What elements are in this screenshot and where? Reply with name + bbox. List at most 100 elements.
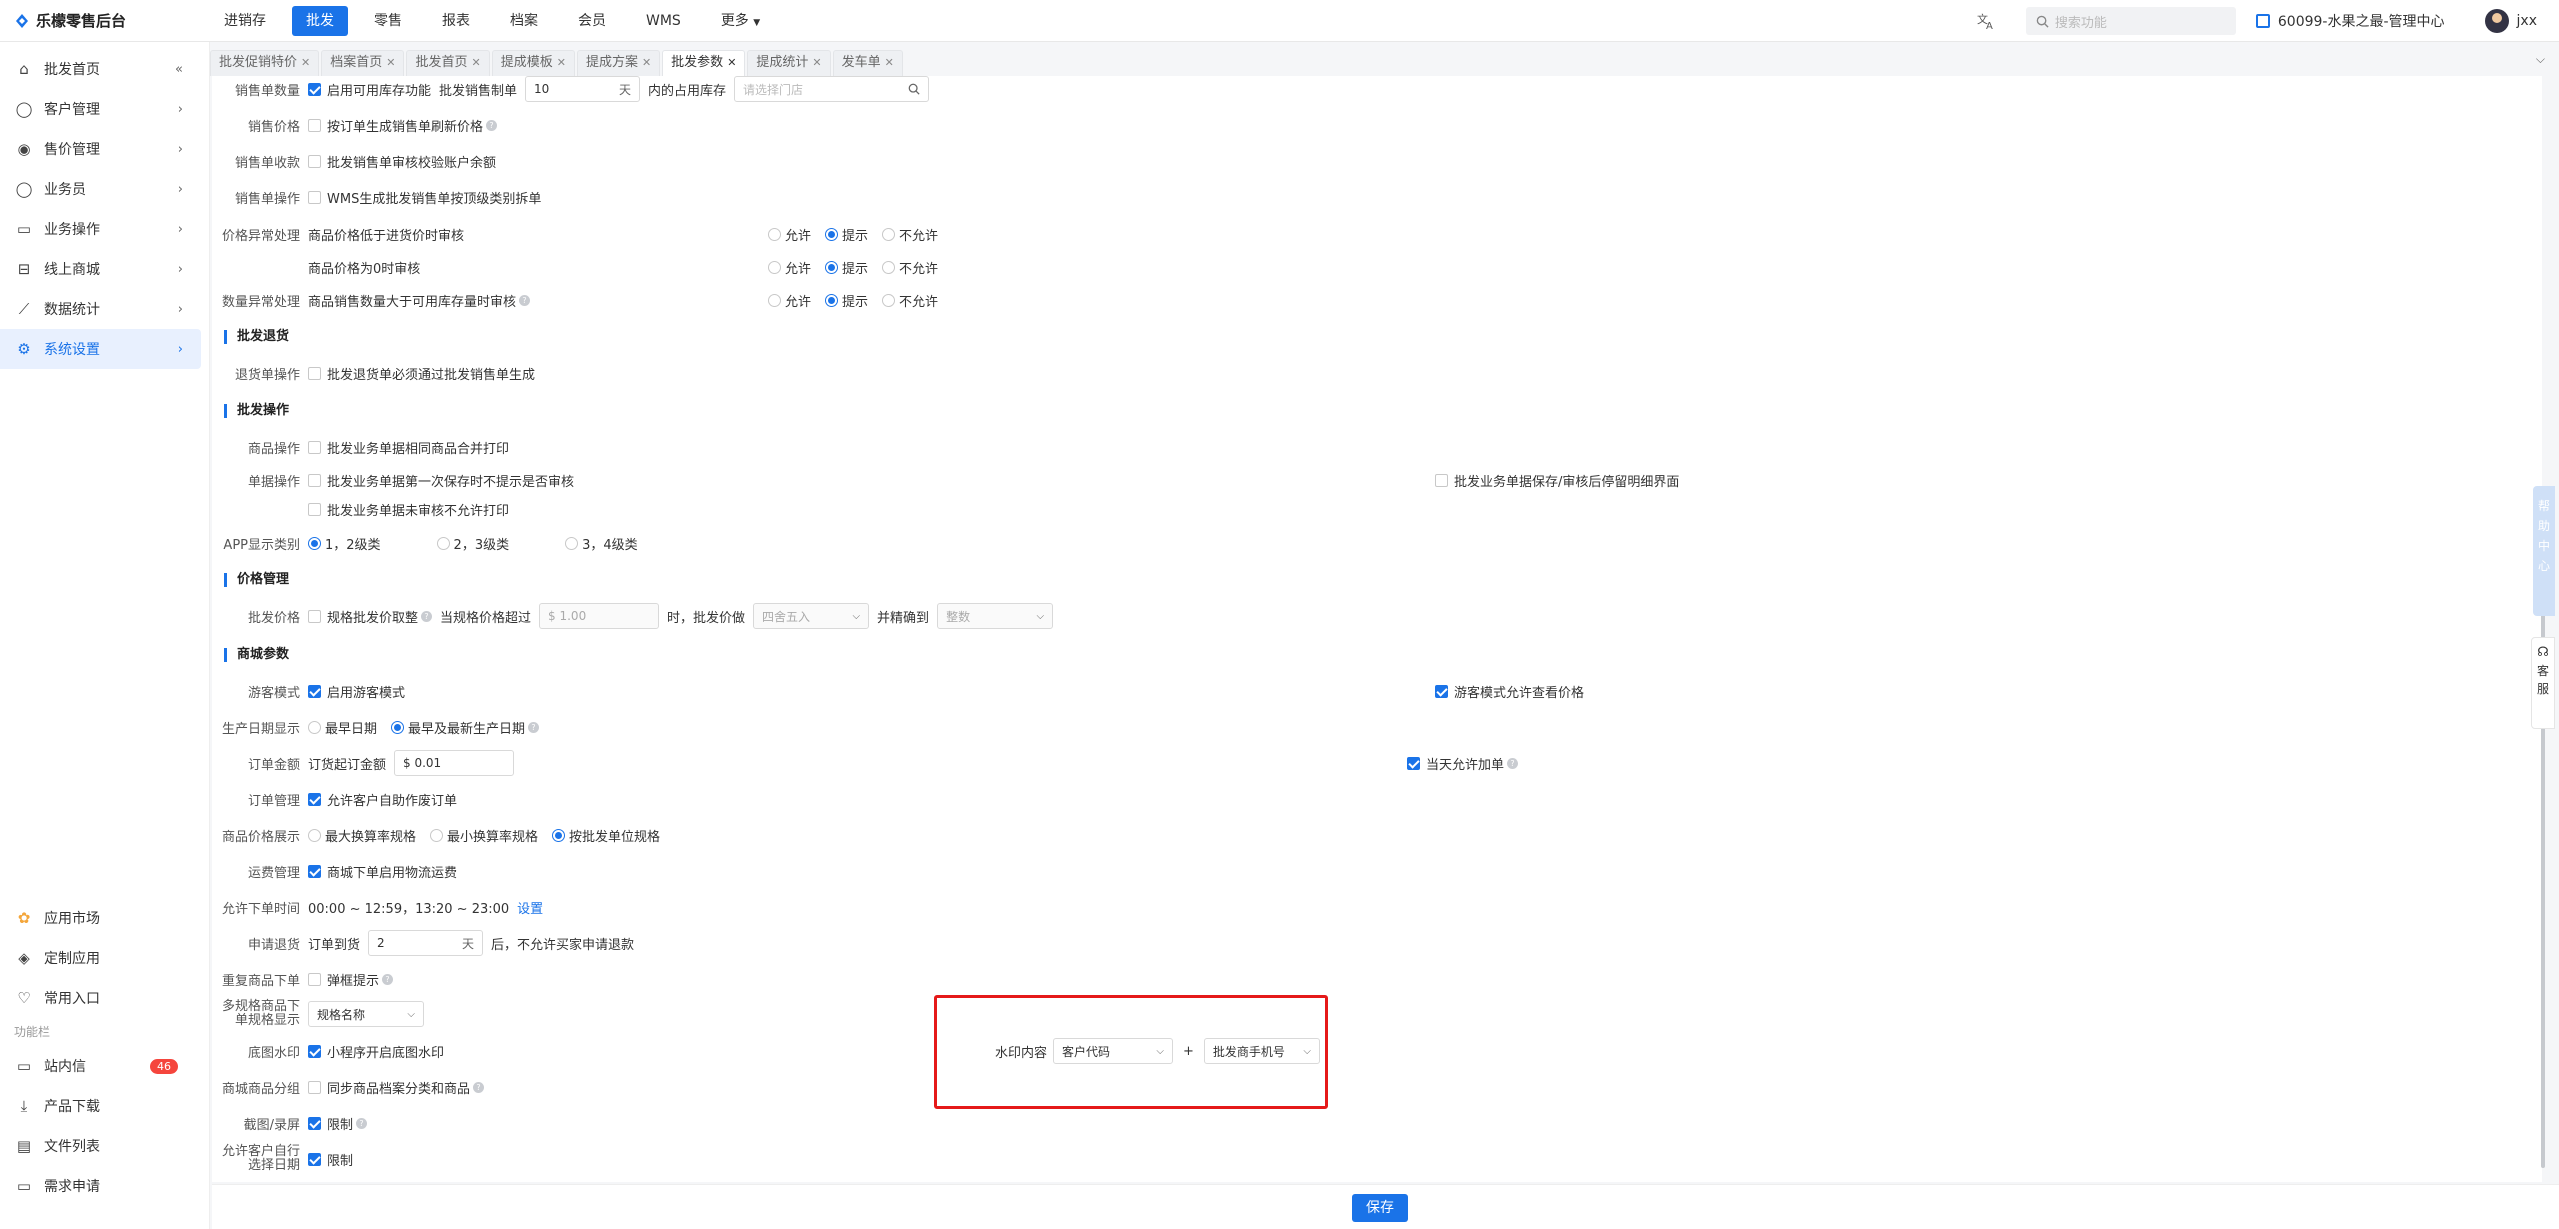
sidebar-item-custom-app[interactable]: ◈ 定制应用 bbox=[0, 938, 202, 978]
tab-archive-home[interactable]: 档案首页 ✕ bbox=[321, 50, 405, 76]
sidebar-item-wholesale-home[interactable]: ⌂ 批发首页 « bbox=[0, 49, 201, 89]
disallow-radio[interactable] bbox=[882, 227, 896, 241]
nav-wms[interactable]: WMS bbox=[632, 6, 695, 36]
sidebar-item-online-mall[interactable]: ⊟ 线上商城 › bbox=[0, 249, 201, 289]
tab-dispatch[interactable]: 发车单 ✕ bbox=[832, 50, 903, 76]
available-stock-checkbox[interactable] bbox=[308, 82, 321, 96]
return-days-input[interactable]: 2天 bbox=[368, 930, 484, 956]
app-logo[interactable]: 乐檬零售后台 bbox=[0, 10, 210, 31]
spec-display-select[interactable]: 规格名称 ⌵ bbox=[308, 1001, 424, 1027]
close-icon[interactable]: ✕ bbox=[812, 56, 821, 69]
watermark-checkbox[interactable] bbox=[308, 1044, 321, 1058]
price-threshold-input[interactable]: $ 1.00 bbox=[539, 603, 660, 629]
sidebar-item-salesman[interactable]: ◯ 业务员 › bbox=[0, 169, 201, 209]
category-12-radio[interactable] bbox=[308, 536, 321, 550]
disallow-radio[interactable] bbox=[882, 293, 896, 307]
help-icon[interactable]: ? bbox=[356, 1117, 368, 1129]
round-price-checkbox[interactable] bbox=[308, 609, 321, 623]
chevron-down-icon[interactable]: ⌵ bbox=[2536, 52, 2545, 67]
close-icon[interactable]: ✕ bbox=[727, 56, 736, 69]
earliest-latest-date-radio[interactable] bbox=[391, 720, 405, 734]
wholesale-unit-radio[interactable] bbox=[552, 828, 566, 842]
allow-radio[interactable] bbox=[768, 260, 781, 274]
sidebar-item-files[interactable]: ▤ 文件列表 bbox=[0, 1126, 202, 1166]
customer-date-limit-checkbox[interactable] bbox=[308, 1152, 321, 1166]
tab-wholesale-params[interactable]: 批发参数 ✕ bbox=[662, 50, 746, 76]
precision-select[interactable]: 整数 ⌵ bbox=[937, 603, 1054, 629]
max-ratio-radio[interactable] bbox=[308, 828, 321, 842]
sidebar-item-customer[interactable]: ◯ 客户管理 › bbox=[0, 89, 201, 129]
prompt-radio[interactable] bbox=[825, 227, 839, 241]
self-cancel-checkbox[interactable] bbox=[308, 792, 321, 806]
tab-wholesale-home[interactable]: 批发首页 ✕ bbox=[406, 50, 490, 76]
earliest-date-radio[interactable] bbox=[308, 720, 321, 734]
store-select-input[interactable]: 请选择门店 bbox=[734, 76, 930, 102]
sidebar-item-operation[interactable]: ▭ 业务操作 › bbox=[0, 209, 201, 249]
category-23-radio[interactable] bbox=[436, 536, 450, 550]
sidebar-item-settings[interactable]: ⚙ 系统设置 › bbox=[0, 329, 201, 369]
close-icon[interactable]: ✕ bbox=[642, 56, 651, 69]
nav-more[interactable]: 更多 ▼ bbox=[707, 6, 774, 36]
days-input[interactable]: 10 天 bbox=[525, 76, 641, 102]
help-icon[interactable]: ? bbox=[382, 973, 394, 985]
sidebar-item-messages[interactable]: ▭ 站内信 46 bbox=[0, 1046, 202, 1086]
save-button[interactable]: 保存 bbox=[1352, 1194, 1408, 1222]
sidebar-item-app-market[interactable]: ✿ 应用市场 bbox=[0, 898, 202, 938]
help-icon[interactable]: ? bbox=[473, 1081, 485, 1093]
tab-promo[interactable]: 批发促销特价 ✕ bbox=[210, 50, 320, 76]
refresh-price-checkbox[interactable] bbox=[308, 118, 321, 132]
sync-group-checkbox[interactable] bbox=[308, 1080, 321, 1094]
customer-service-button[interactable]: ☊ 客 服 bbox=[2531, 637, 2555, 729]
screenshot-limit-checkbox[interactable] bbox=[308, 1116, 321, 1130]
nav-archive[interactable]: 档案 bbox=[496, 6, 552, 36]
wms-split-checkbox[interactable] bbox=[308, 190, 321, 204]
category-34-radio[interactable] bbox=[565, 536, 579, 550]
close-icon[interactable]: ✕ bbox=[885, 56, 894, 69]
tab-commission-stats[interactable]: 提成统计 ✕ bbox=[747, 50, 831, 76]
sidebar-item-statistics[interactable]: ⟋ 数据统计 › bbox=[0, 289, 201, 329]
return-via-sales-checkbox[interactable] bbox=[308, 366, 321, 380]
sidebar-item-favorites[interactable]: ♡ 常用入口 bbox=[0, 978, 202, 1018]
translate-icon[interactable]: 文A bbox=[1976, 11, 1996, 31]
tab-commission-template[interactable]: 提成模板 ✕ bbox=[491, 50, 575, 76]
sidebar-item-download[interactable]: ⤓ 产品下载 bbox=[0, 1086, 202, 1126]
tab-commission-plan[interactable]: 提成方案 ✕ bbox=[576, 50, 661, 76]
nav-retail[interactable]: 零售 bbox=[360, 6, 416, 36]
prompt-radio[interactable] bbox=[825, 293, 839, 307]
same-day-add-checkbox[interactable] bbox=[1407, 756, 1421, 770]
order-time-setting-link[interactable]: 设置 bbox=[517, 898, 543, 917]
allow-radio[interactable] bbox=[768, 227, 781, 241]
sidebar-item-request[interactable]: ▭ 需求申请 bbox=[0, 1166, 202, 1206]
function-search[interactable]: 搜索功能 bbox=[2025, 7, 2236, 35]
guest-price-checkbox[interactable] bbox=[1435, 684, 1448, 698]
help-icon[interactable]: ? bbox=[528, 721, 540, 733]
close-icon[interactable]: ✕ bbox=[471, 56, 480, 69]
rounding-mode-select[interactable]: 四舍五入 ⌵ bbox=[753, 603, 870, 629]
merge-print-checkbox[interactable] bbox=[308, 440, 321, 454]
nav-jxc[interactable]: 进销存 bbox=[210, 6, 280, 36]
verify-balance-checkbox[interactable] bbox=[308, 154, 321, 168]
nav-member[interactable]: 会员 bbox=[564, 6, 620, 36]
no-print-unaudited-checkbox[interactable] bbox=[308, 502, 321, 516]
duplicate-prompt-checkbox[interactable] bbox=[308, 972, 321, 986]
close-icon[interactable]: ✕ bbox=[386, 56, 395, 69]
help-icon[interactable]: ? bbox=[1507, 757, 1519, 769]
close-icon[interactable]: ✕ bbox=[557, 56, 566, 69]
min-order-amount-input[interactable]: $ 0.01 bbox=[394, 750, 515, 776]
help-icon[interactable]: ? bbox=[519, 294, 531, 306]
guest-mode-checkbox[interactable] bbox=[308, 684, 321, 698]
help-icon[interactable]: ? bbox=[486, 119, 498, 131]
help-icon[interactable]: ? bbox=[421, 610, 433, 622]
collapse-icon[interactable]: « bbox=[175, 62, 183, 77]
store-switcher[interactable]: 60099-水果之最-管理中心 bbox=[2255, 11, 2445, 31]
nav-wholesale[interactable]: 批发 bbox=[292, 5, 348, 36]
nav-report[interactable]: 报表 bbox=[428, 6, 484, 36]
close-icon[interactable]: ✕ bbox=[301, 56, 310, 69]
sidebar-item-price[interactable]: ◉ 售价管理 › bbox=[0, 129, 201, 169]
allow-radio[interactable] bbox=[768, 293, 781, 307]
user-menu[interactable]: jxx bbox=[2484, 9, 2537, 33]
prompt-radio[interactable] bbox=[825, 260, 839, 274]
help-center-button[interactable]: 帮 助 中 心 bbox=[2533, 486, 2555, 616]
freight-checkbox[interactable] bbox=[308, 864, 321, 878]
min-ratio-radio[interactable] bbox=[430, 828, 444, 842]
